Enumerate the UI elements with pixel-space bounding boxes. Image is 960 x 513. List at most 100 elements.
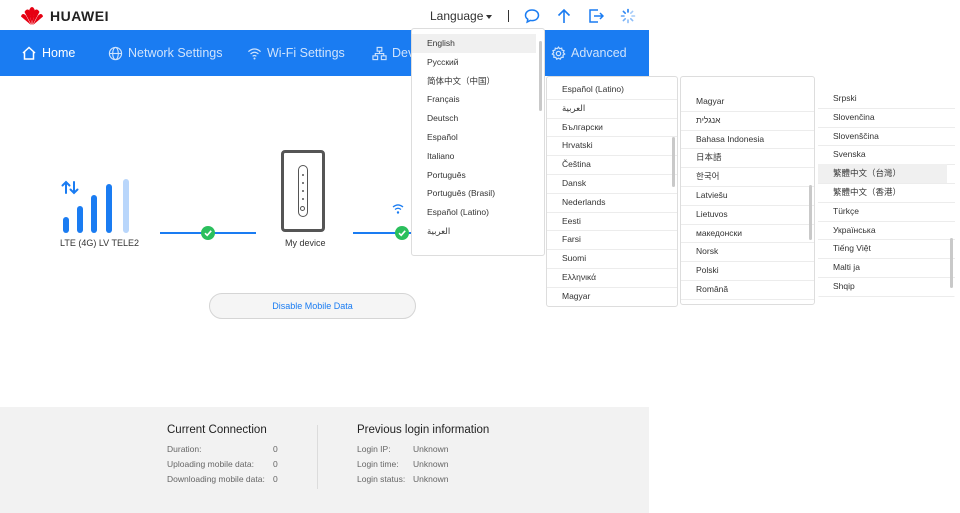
language-option[interactable]: Nederlands bbox=[547, 193, 669, 212]
nav-devices[interactable]: Dev bbox=[372, 30, 414, 76]
language-option[interactable]: Dansk bbox=[547, 174, 669, 193]
globe-icon bbox=[108, 46, 123, 60]
nav-advanced[interactable]: Advanced bbox=[551, 30, 627, 76]
language-dropdown-column-1: English Русский 简体中文（中国） Français Deutsch Esp… bbox=[411, 28, 545, 256]
nav-network-settings[interactable]: Network Settings bbox=[108, 30, 222, 76]
option-divider bbox=[818, 295, 955, 297]
nav-home-label: Home bbox=[42, 46, 76, 60]
nav-home[interactable]: Home bbox=[21, 30, 75, 76]
huawei-logo: HUAWEI bbox=[20, 5, 109, 27]
language-option[interactable]: Español (Latino) bbox=[412, 203, 536, 222]
current-connection-title: Current Connection bbox=[167, 424, 267, 436]
language-dropdown-column-2: Español (Latino) العربية Български Hrvatski… bbox=[546, 76, 678, 307]
language-selector[interactable]: Language bbox=[430, 9, 493, 23]
language-option[interactable]: אנגלית bbox=[681, 111, 806, 130]
top-toolbar: Language bbox=[430, 6, 637, 26]
login-ip-value: Unknown bbox=[413, 444, 449, 454]
router-device-icon[interactable] bbox=[281, 150, 325, 232]
dropdown-scrollbar[interactable] bbox=[672, 137, 675, 187]
language-option[interactable]: 繁體中文（台灣） bbox=[818, 164, 947, 184]
language-option[interactable]: Português (Brasil) bbox=[412, 184, 536, 203]
language-dropdown-column-3: Magyar אנגלית Bahasa Indonesia 日本語 한국어 Latvie… bbox=[680, 76, 815, 305]
language-option[interactable]: Italiano bbox=[412, 147, 536, 166]
language-option[interactable]: Slovenščina bbox=[818, 127, 947, 146]
nav-wifi-settings[interactable]: Wi-Fi Settings bbox=[247, 30, 345, 76]
login-status-value: Unknown bbox=[413, 474, 449, 484]
language-option[interactable]: Español (Latino) bbox=[547, 80, 669, 99]
language-option[interactable]: العربية bbox=[547, 99, 669, 118]
language-option[interactable]: Farsi bbox=[547, 230, 669, 249]
footer-divider bbox=[317, 425, 318, 489]
main-navbar: Home Network Settings Wi-Fi Settings Dev… bbox=[0, 30, 649, 76]
language-label: Language bbox=[430, 9, 484, 23]
language-option[interactable]: Malti ja bbox=[818, 258, 947, 277]
nav-wifi-settings-label: Wi-Fi Settings bbox=[267, 46, 345, 60]
gear-icon bbox=[551, 45, 566, 60]
caret-down-icon bbox=[486, 15, 493, 19]
dropdown-scrollbar[interactable] bbox=[809, 185, 812, 240]
uploading-label: Uploading mobile data: bbox=[167, 459, 254, 469]
lte-signal-icon bbox=[61, 179, 129, 233]
language-option[interactable]: Български bbox=[547, 118, 669, 137]
chat-icon[interactable] bbox=[523, 7, 541, 25]
duration-value: 0 bbox=[273, 444, 278, 454]
language-option[interactable]: Slovenčina bbox=[818, 108, 947, 127]
nav-network-settings-label: Network Settings bbox=[128, 46, 223, 60]
language-option[interactable]: македонски bbox=[681, 224, 806, 243]
language-option[interactable]: Latviešu bbox=[681, 186, 806, 205]
dropdown-scrollbar[interactable] bbox=[950, 238, 953, 288]
language-option[interactable]: Français bbox=[412, 90, 536, 109]
network-label: LTE (4G) LV TELE2 bbox=[60, 238, 140, 248]
device-tree-icon bbox=[372, 46, 387, 60]
language-option[interactable]: Srpski bbox=[818, 89, 947, 108]
language-option[interactable]: Norsk bbox=[681, 242, 806, 261]
language-option[interactable]: Deutsch bbox=[412, 109, 536, 128]
language-option[interactable]: Tiếng Việt bbox=[818, 239, 947, 258]
dropdown-scrollbar[interactable] bbox=[539, 41, 542, 111]
brand-name: HUAWEI bbox=[50, 8, 109, 24]
upload-icon[interactable] bbox=[555, 7, 573, 25]
disable-mobile-data-button[interactable]: Disable Mobile Data bbox=[209, 293, 416, 319]
login-ip-label: Login IP: bbox=[357, 444, 391, 454]
language-option[interactable]: Shqip bbox=[818, 277, 947, 296]
option-divider bbox=[547, 305, 677, 306]
toolbar-separator bbox=[508, 10, 510, 22]
check-icon bbox=[201, 226, 215, 240]
language-option[interactable]: English bbox=[412, 34, 536, 53]
language-option[interactable]: Svenska bbox=[818, 145, 947, 164]
language-option[interactable]: Hrvatski bbox=[547, 136, 669, 155]
check-icon bbox=[395, 226, 409, 240]
option-divider bbox=[681, 298, 814, 300]
wifi-small-icon bbox=[392, 204, 404, 214]
language-option[interactable]: Čeština bbox=[547, 155, 669, 174]
language-option[interactable]: Română bbox=[681, 280, 806, 299]
connection-info-panel: Current Connection Duration: 0 Uploading… bbox=[0, 407, 649, 513]
huawei-flower-icon bbox=[21, 7, 43, 25]
language-option[interactable]: Русский bbox=[412, 53, 536, 72]
downloading-value: 0 bbox=[273, 474, 278, 484]
language-option[interactable]: Polski bbox=[681, 261, 806, 280]
duration-label: Duration: bbox=[167, 444, 202, 454]
uploading-value: 0 bbox=[273, 459, 278, 469]
wifi-icon bbox=[248, 47, 261, 59]
language-option[interactable]: Magyar bbox=[681, 92, 806, 111]
language-option[interactable]: Español bbox=[412, 128, 536, 147]
language-option[interactable]: العربية bbox=[412, 222, 536, 241]
language-option[interactable]: Eesti bbox=[547, 212, 669, 231]
language-option[interactable]: Українська bbox=[818, 221, 947, 240]
language-option[interactable]: Bahasa Indonesia bbox=[681, 130, 806, 149]
language-option[interactable]: 日本語 bbox=[681, 148, 806, 167]
logout-icon[interactable] bbox=[587, 7, 605, 25]
language-option[interactable]: Suomi bbox=[547, 249, 669, 268]
language-option[interactable]: Lietuvos bbox=[681, 205, 806, 224]
language-option[interactable]: 繁體中文（香港） bbox=[818, 183, 947, 202]
downloading-label: Downloading mobile data: bbox=[167, 474, 265, 484]
language-option[interactable]: Ελληνικά bbox=[547, 268, 669, 287]
language-option[interactable]: 简体中文（中国） bbox=[412, 72, 536, 91]
language-option[interactable]: Magyar bbox=[547, 287, 669, 306]
language-dropdown-column-4: Srpski Slovenčina Slovenščina Svenska 繁體中文（台… bbox=[818, 76, 955, 298]
language-option[interactable]: Português bbox=[412, 166, 536, 185]
language-option[interactable]: Türkçe bbox=[818, 202, 947, 221]
language-option[interactable]: 한국어 bbox=[681, 167, 806, 186]
loading-icon bbox=[619, 7, 637, 25]
